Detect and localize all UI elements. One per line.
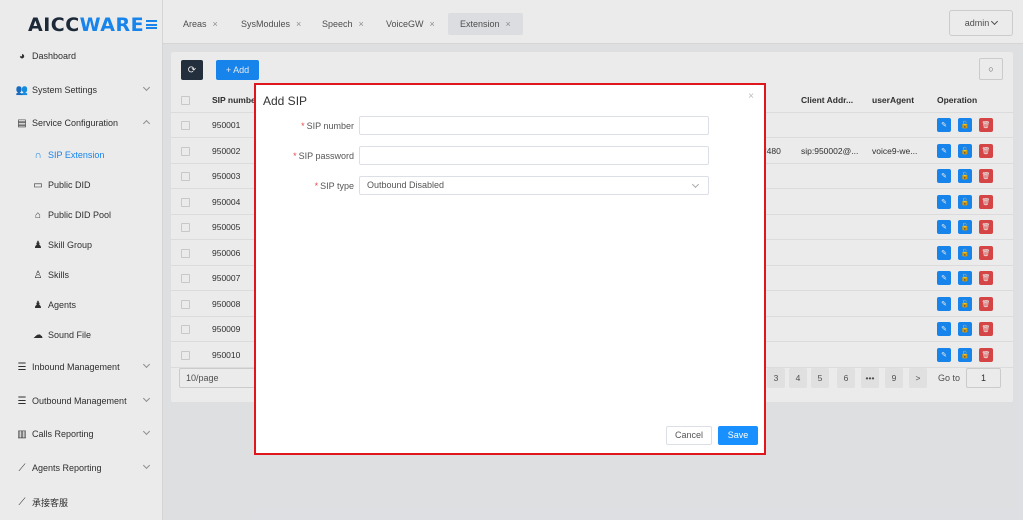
label-text: SIP type	[320, 181, 354, 191]
required-mark: *	[293, 151, 297, 161]
cancel-button[interactable]: Cancel	[666, 426, 712, 445]
label-text: SIP password	[298, 151, 354, 161]
sip-password-input[interactable]	[359, 146, 709, 165]
label-text: SIP number	[306, 121, 354, 131]
sip-password-label: * SIP password	[256, 146, 354, 166]
sip-type-select[interactable]: Outbound Disabled	[359, 176, 709, 195]
required-mark: *	[301, 121, 305, 131]
required-mark: *	[314, 181, 319, 191]
sip-number-label: * SIP number	[256, 116, 354, 136]
close-icon[interactable]: ×	[748, 91, 754, 102]
dialog-title: Add SIP	[263, 94, 308, 108]
add-sip-dialog: Add SIP × * SIP number * SIP password * SIP…	[254, 83, 766, 455]
sip-type-label: * SIP type	[256, 176, 354, 196]
sip-number-input[interactable]	[359, 116, 709, 135]
save-button[interactable]: Save	[718, 426, 758, 445]
sip-number-row: * SIP number	[256, 116, 766, 136]
chevron-down-icon	[691, 180, 700, 189]
sip-type-value: Outbound Disabled	[367, 180, 445, 190]
sip-type-row: * SIP type Outbound Disabled	[256, 176, 766, 196]
sip-password-row: * SIP password	[256, 146, 766, 166]
